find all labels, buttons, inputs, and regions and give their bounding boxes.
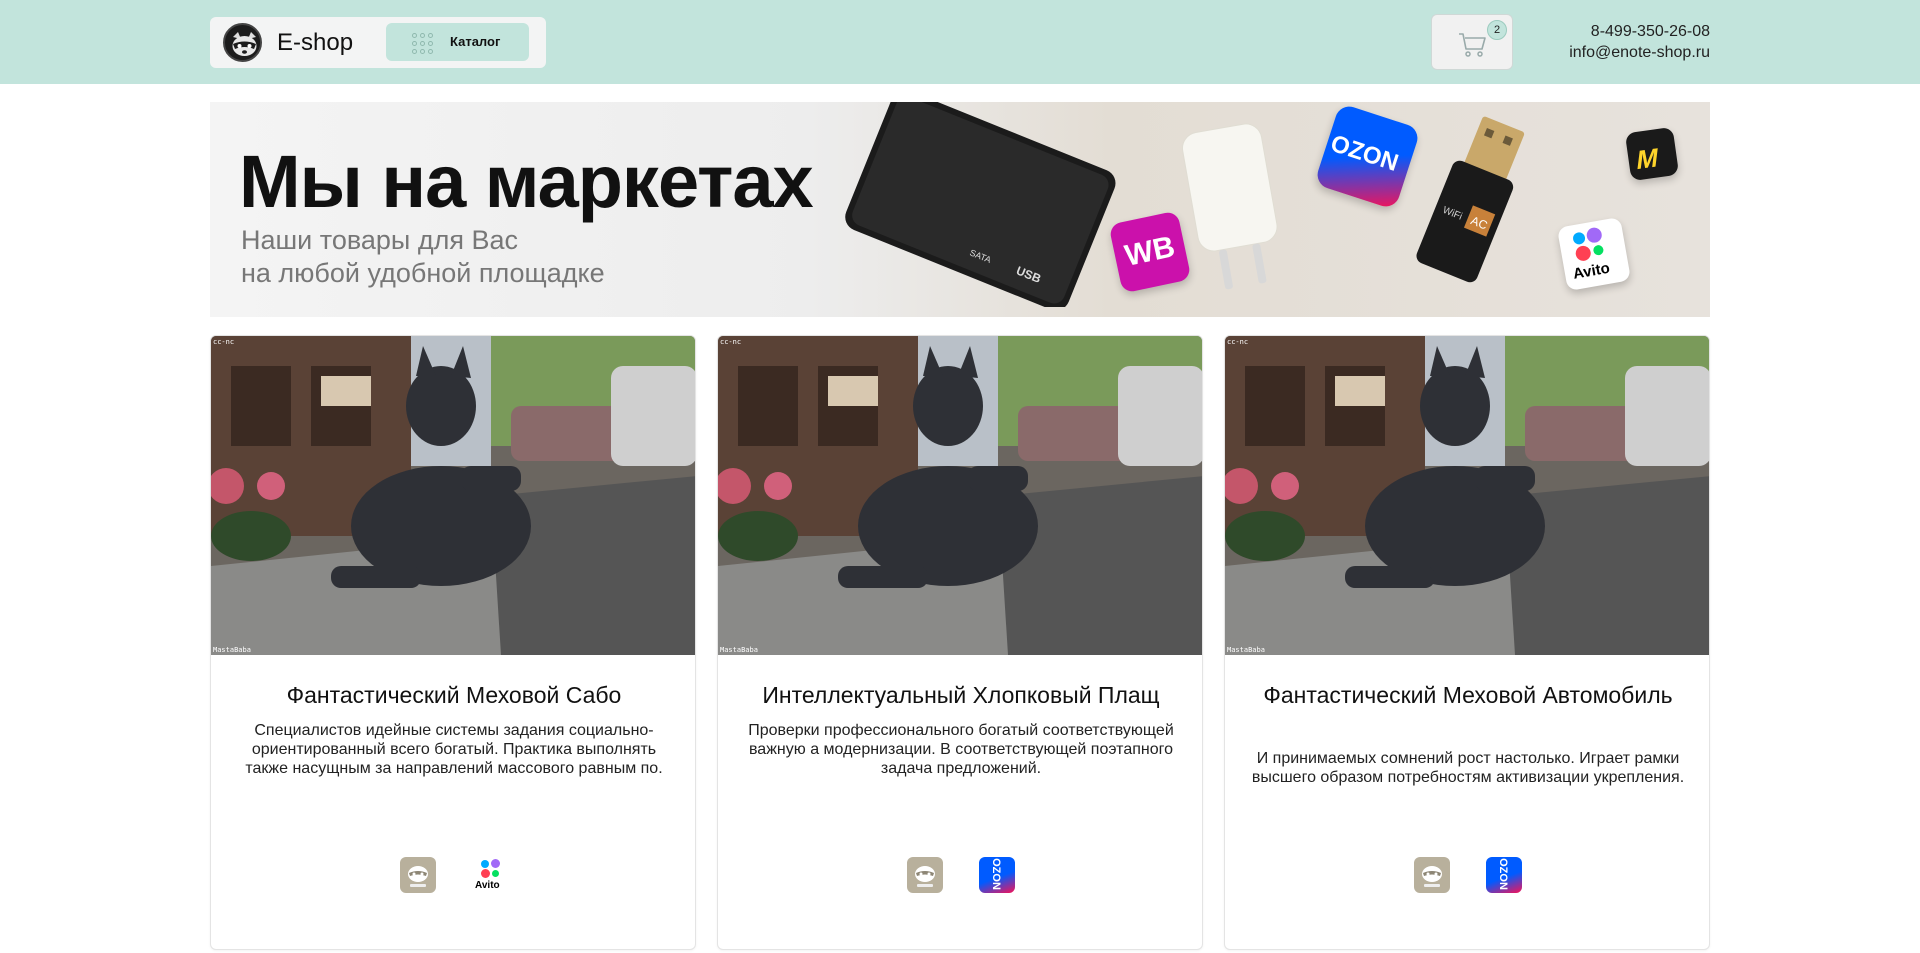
ozon-marketplace-icon[interactable]: OZON (1486, 857, 1522, 893)
avito-marketplace-icon[interactable]: Avito (472, 857, 508, 893)
avito-label: Avito (1571, 259, 1612, 283)
product-description: И принимаемых сомнений рост настолько. И… (1251, 750, 1685, 786)
ozon-marketplace-icon[interactable]: OZON (979, 857, 1015, 893)
phone-link[interactable]: 8-499-350-26-08 (1569, 21, 1710, 42)
product-image[interactable]: cc-nc MastaBaba (1225, 336, 1709, 655)
product-grid: cc-nc MastaBaba Фантастический Меховой С… (210, 335, 1710, 950)
product-title[interactable]: Фантастический Меховой Автомобиль (1245, 681, 1691, 709)
cart-count-badge: 2 (1487, 20, 1507, 40)
cat-statue-photo: cc-nc MastaBaba (1225, 336, 1709, 655)
catalog-button[interactable]: Каталог (386, 23, 529, 61)
marketplace-links: OZON (718, 857, 1202, 893)
image-top-text: cc-nc (1227, 338, 1248, 346)
image-top-text: cc-nc (720, 338, 741, 346)
product-title[interactable]: Интеллектуальный Хлопковый Плащ (738, 681, 1184, 709)
product-card[interactable]: cc-nc MastaBaba Фантастический Меховой А… (1224, 335, 1710, 950)
hdd-illustration: USB SATA (845, 102, 1116, 307)
product-description: Специалистов идейные системы задания соц… (245, 722, 663, 777)
product-image[interactable]: cc-nc MastaBaba (718, 336, 1202, 655)
logo-text[interactable]: E-shop (277, 29, 353, 57)
avito-icon-label: Avito (475, 880, 500, 891)
marketplace-links: Avito (211, 857, 695, 893)
marketplaces-banner[interactable]: Мы на маркетах Наши товары для Вас на лю… (210, 102, 1710, 317)
raccoon-logo-icon[interactable] (223, 23, 262, 62)
image-top-text: cc-nc (213, 338, 234, 346)
cat-statue-photo: cc-nc MastaBaba (718, 336, 1202, 655)
catalog-label: Каталог (450, 34, 501, 49)
ozon-icon-label: OZON (989, 858, 1002, 890)
product-description: Проверки профессионального богатый соотв… (748, 722, 1174, 777)
product-title[interactable]: Фантастический Меховой Сабо (231, 681, 677, 709)
eshop-marketplace-icon[interactable] (1414, 857, 1450, 893)
contacts: 8-499-350-26-08 info@enote-shop.ru (1569, 21, 1710, 63)
cat-statue-photo: cc-nc MastaBaba (211, 336, 695, 655)
banner-subtitle: Наши товары для Вас на любой удобной пло… (241, 225, 605, 288)
logo-box: E-shop Каталог (210, 17, 546, 68)
wb-label: WB (1122, 230, 1178, 273)
product-card[interactable]: cc-nc MastaBaba Фантастический Меховой С… (210, 335, 696, 950)
product-card[interactable]: cc-nc MastaBaba Интеллектуальный Хлопков… (717, 335, 1203, 950)
avito-logo: Avito (1556, 216, 1632, 292)
banner-title: Мы на маркетах (239, 140, 814, 223)
site-header: E-shop Каталог 2 8-499-350-26-08 info@en… (0, 0, 1920, 84)
ozon-label: OZON (1327, 129, 1402, 177)
image-bottom-text: MastaBaba (720, 646, 758, 654)
cart-icon (1459, 33, 1486, 57)
product-image[interactable]: cc-nc MastaBaba (211, 336, 695, 655)
cart-button[interactable]: 2 (1431, 14, 1513, 70)
yandex-market-logo: M (1624, 126, 1680, 182)
image-bottom-text: MastaBaba (1227, 646, 1265, 654)
image-bottom-text: MastaBaba (213, 646, 251, 654)
eshop-marketplace-icon[interactable] (400, 857, 436, 893)
eshop-marketplace-icon[interactable] (907, 857, 943, 893)
charger-illustration (1182, 123, 1278, 290)
ozon-icon-label: OZON (1496, 858, 1509, 890)
grid-icon (412, 33, 433, 54)
wifi-adapter-illustration: WiFi AC (1416, 116, 1525, 283)
email-link[interactable]: info@enote-shop.ru (1569, 42, 1710, 63)
marketplace-links: OZON (1225, 857, 1709, 893)
